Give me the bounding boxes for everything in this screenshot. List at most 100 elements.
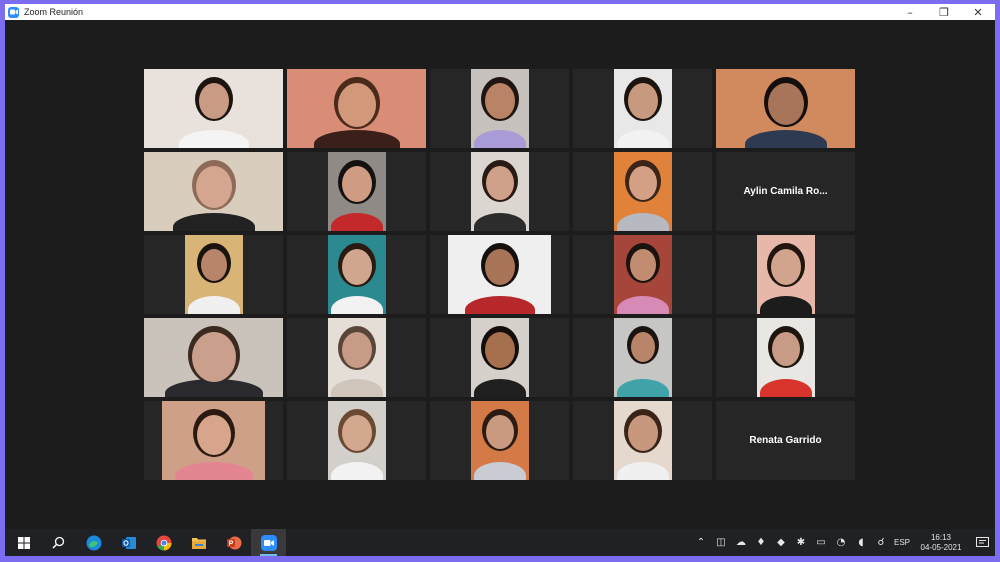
clock-time: 16:13 [930,532,952,542]
participant-tile[interactable] [287,152,426,231]
participant-tile[interactable] [430,152,569,231]
svg-text:P: P [228,540,233,547]
participant-tile[interactable] [573,235,712,314]
participant-face [484,332,515,368]
participant-face [770,249,801,285]
participant-video [756,235,815,314]
title-bar: Zoom Reunión – ❐ ✕ [5,4,995,20]
participant-video [470,318,529,397]
participant-tile[interactable] [716,69,855,148]
participant-face [628,166,657,200]
app-tray-icon[interactable]: ♦ [751,529,771,556]
participant-face [191,332,236,382]
participant-body [616,130,669,148]
minimize-button[interactable]: – [893,4,927,20]
participant-body [330,379,383,397]
participant-video [287,69,426,148]
participant-body [464,296,535,314]
participant-body [187,296,240,314]
participant-face [341,249,372,285]
participant-tile[interactable] [287,318,426,397]
participant-tile[interactable] [430,235,569,314]
participant-tile[interactable] [430,318,569,397]
participant-face [341,166,372,202]
search-icon[interactable] [41,529,76,556]
participant-tile[interactable] [144,318,283,397]
participant-video [470,401,529,480]
participant-video [613,235,672,314]
participant-tile[interactable] [144,69,283,148]
powerpoint-icon[interactable]: P [216,529,251,556]
participant-body [744,130,827,148]
pen-icon[interactable]: ☌ [871,529,891,556]
participant-video [327,401,386,480]
participant-face [485,415,514,449]
wifi-icon[interactable]: ◔ [831,529,851,556]
windows-taskbar: P ⌃ ◫ ☁ ♦ ◆ ✱ ▭ ◔ ◖ ☌ ESP 16:13 04-05-2021 [5,529,995,556]
start-icon[interactable] [6,529,41,556]
meet-now-icon[interactable]: ◫ [711,529,731,556]
chrome-icon[interactable] [146,529,181,556]
onedrive-icon[interactable]: ☁ [731,529,751,556]
participant-video [184,235,243,314]
participant-face [341,332,372,368]
file-explorer-icon[interactable] [181,529,216,556]
participant-face [484,249,515,285]
participant-tile[interactable] [287,235,426,314]
participant-tile[interactable] [287,401,426,480]
language-indicator[interactable]: ESP [891,538,913,547]
participant-tile[interactable] [144,152,283,231]
participant-face [195,166,232,208]
participant-tile[interactable] [573,401,712,480]
participant-body [473,462,526,480]
outlook-icon[interactable] [111,529,146,556]
participant-body [174,462,253,480]
participant-tile[interactable] [573,69,712,148]
participant-face [630,332,655,362]
participant-tile[interactable] [716,235,855,314]
participant-tile[interactable]: Aylin Camila Ro... [716,152,855,231]
participant-body [330,213,383,231]
clock[interactable]: 16:13 04-05-2021 [913,533,969,553]
participant-face [627,415,658,451]
close-button[interactable]: ✕ [961,4,995,20]
participant-video [613,318,672,397]
participant-name: Aylin Camila Ro... [743,186,828,197]
participant-video [756,318,815,397]
participant-video [144,152,283,231]
participant-video [613,401,672,480]
participant-body [330,462,383,480]
participant-video [144,318,283,397]
volume-icon[interactable]: ◖ [851,529,871,556]
participant-video [327,152,386,231]
gallery-view: Aylin Camila Ro... Renata Garrido [5,20,995,529]
bluetooth-icon[interactable]: ✱ [791,529,811,556]
participant-body [473,130,526,148]
participant-video [470,69,529,148]
participant-tile[interactable] [144,235,283,314]
participant-face [337,83,376,127]
participant-video [144,69,283,148]
participant-tile[interactable] [430,69,569,148]
participant-face [627,83,658,119]
security-icon[interactable]: ◆ [771,529,791,556]
participant-video [613,69,672,148]
participant-tile[interactable] [716,318,855,397]
participant-tile[interactable] [144,401,283,480]
zoom-window: Zoom Reunión – ❐ ✕ Aylin Camila Ro... Ren… [5,4,995,556]
participant-face [771,332,800,366]
participant-tile[interactable] [287,69,426,148]
zoom-icon[interactable] [251,529,286,556]
battery-icon[interactable]: ▭ [811,529,831,556]
participant-tile[interactable]: Renata Garrido [716,401,855,480]
edge-icon[interactable] [76,529,111,556]
participant-tile[interactable] [573,318,712,397]
maximize-button[interactable]: ❐ [927,4,961,20]
participant-tile[interactable] [430,401,569,480]
participant-tile[interactable] [573,152,712,231]
participant-video [470,152,529,231]
participant-body [759,379,812,397]
show-hidden-icons[interactable]: ⌃ [691,529,711,556]
notification-center-icon[interactable] [969,536,995,549]
participant-video [448,235,551,314]
